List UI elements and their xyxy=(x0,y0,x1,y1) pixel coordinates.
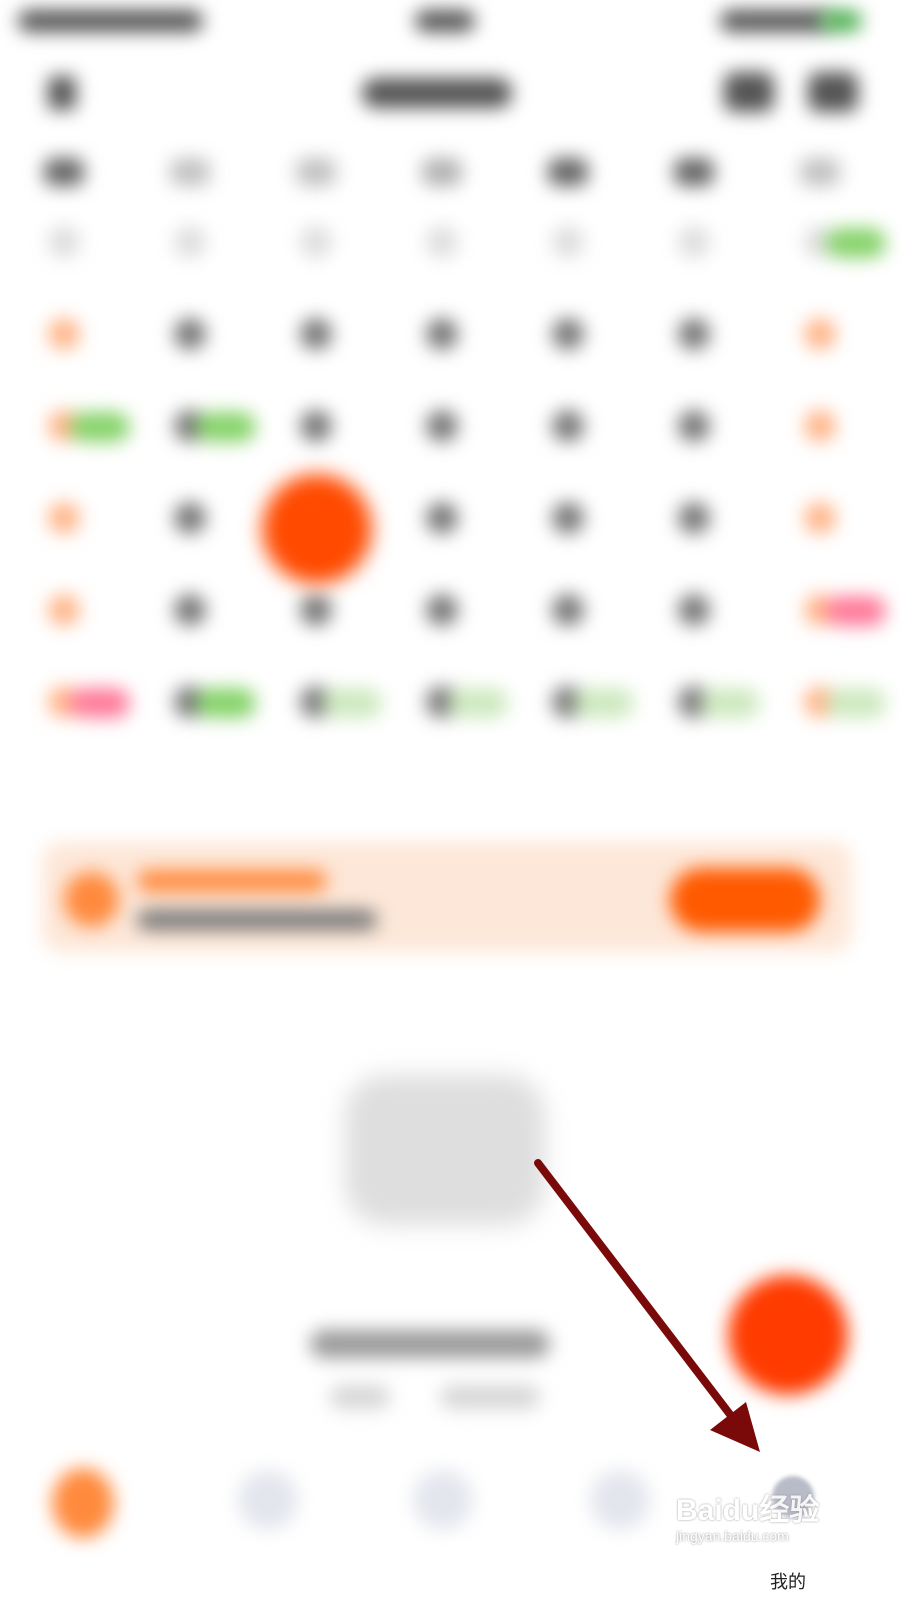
watermark-logo: Baidu经验 xyxy=(676,1494,820,1527)
watermark-url: jingyan.baidu.com xyxy=(676,1528,789,1544)
annotation-arrow xyxy=(534,1159,760,1452)
